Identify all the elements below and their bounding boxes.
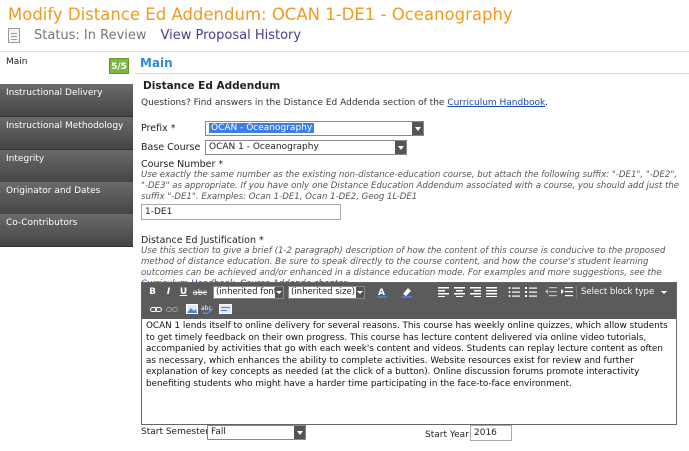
status-row: Status: In Review View Proposal History <box>8 28 301 43</box>
main-section-title: Main <box>140 56 173 70</box>
base-course-value: OCAN 1 - Oceanography <box>209 142 319 152</box>
course-number-label: Course Number * <box>141 159 224 170</box>
chevron-down-icon <box>356 287 364 298</box>
spellcheck-icon[interactable]: abc <box>201 304 215 314</box>
sidebar-item-co-contributors[interactable]: Co-Contributors <box>0 214 133 247</box>
editor-content[interactable]: OCAN 1 lends itself to online delivery f… <box>144 321 674 424</box>
prefix-value: OCAN - Oceanography <box>209 123 315 133</box>
addendum-heading: Distance Ed Addendum <box>143 80 281 92</box>
sidebar-item-label: Instructional Methodology <box>6 121 124 131</box>
sidebar-item-instructional-methodology[interactable]: Instructional Methodology <box>0 117 133 150</box>
completion-badge: 5/5 <box>109 58 129 74</box>
font-family-value: (inherited font) <box>216 287 281 297</box>
help-question: Questions? Find answers in the Distance … <box>141 98 548 108</box>
editor-toolbar: B I U abc (inherited font) (inherited si… <box>142 283 676 319</box>
strikethrough-button[interactable]: abc <box>192 287 208 298</box>
text-color-icon[interactable]: A <box>376 286 390 298</box>
bold-button[interactable]: B <box>146 287 159 298</box>
align-center-icon[interactable] <box>454 287 465 297</box>
question-text: Questions? Find answers in the Distance … <box>141 98 448 108</box>
underline-button[interactable]: U <box>177 287 190 298</box>
outdent-icon[interactable] <box>545 287 557 297</box>
divider <box>135 73 689 74</box>
justification-help-text: Use this section to give a brief (1-2 pa… <box>141 246 666 278</box>
sidebar-item-label: Instructional Delivery <box>6 88 103 98</box>
base-course-select[interactable]: OCAN 1 - Oceanography <box>205 140 407 155</box>
sidebar-item-instructional-delivery[interactable]: Instructional Delivery <box>0 84 133 117</box>
prefix-label: Prefix * <box>141 123 176 134</box>
start-semester-value: Fall <box>211 427 226 437</box>
sidebar-item-label: Co-Contributors <box>6 218 78 228</box>
font-size-select[interactable]: (inherited size) <box>288 286 365 299</box>
font-size-value: (inherited size) <box>291 287 355 297</box>
sidebar-item-label: Integrity <box>6 154 45 164</box>
justification-label: Distance Ed Justification * <box>141 235 264 246</box>
unlink-icon[interactable] <box>166 305 178 314</box>
indent-icon[interactable] <box>561 287 573 297</box>
chevron-down-icon <box>395 141 406 154</box>
sidebar-item-label: Main <box>6 57 28 67</box>
sidebar: Main Instructional Delivery Instructiona… <box>0 53 133 451</box>
curriculum-handbook-link[interactable]: Curriculum Handbook <box>447 98 545 108</box>
start-year-label: Start Year * <box>425 430 477 440</box>
sidebar-item-integrity[interactable]: Integrity <box>0 150 133 183</box>
rich-text-editor: B I U abc (inherited font) (inherited si… <box>141 282 677 425</box>
question-end: . <box>545 98 549 108</box>
ordered-list-icon[interactable] <box>525 287 537 297</box>
start-semester-label: Start Semester * <box>141 427 217 437</box>
main-panel: Main Distance Ed Addendum Questions? Fin… <box>135 53 689 451</box>
block-type-select[interactable]: Select block type <box>576 286 675 299</box>
align-justify-icon[interactable] <box>486 287 497 297</box>
font-family-select[interactable]: (inherited font) <box>213 286 284 299</box>
sidebar-item-label: Originator and Dates <box>6 186 101 196</box>
view-proposal-history-link[interactable]: View Proposal History <box>161 28 302 43</box>
chevron-down-icon <box>275 287 283 298</box>
image-icon[interactable] <box>186 304 198 314</box>
start-year-input[interactable]: 2016 <box>470 425 512 441</box>
base-course-label: Base Course <box>141 142 201 153</box>
course-number-input[interactable]: 1-DE1 <box>141 204 341 220</box>
page-title: Modify Distance Ed Addendum: OCAN 1-DE1 … <box>8 5 513 24</box>
unordered-list-icon[interactable] <box>508 287 520 297</box>
align-left-icon[interactable] <box>438 287 449 297</box>
highlight-color-icon[interactable] <box>400 286 416 298</box>
course-number-help: Use exactly the same number as the exist… <box>141 170 680 202</box>
align-right-icon[interactable] <box>470 287 481 297</box>
sidebar-item-originator-and-dates[interactable]: Originator and Dates <box>0 182 133 215</box>
start-semester-select[interactable]: Fall <box>207 425 306 440</box>
status-text: Status: In Review <box>34 28 147 43</box>
link-icon[interactable] <box>150 305 162 314</box>
prefix-select[interactable]: OCAN - Oceanography <box>205 121 424 136</box>
document-icon <box>8 28 20 43</box>
page-header: Modify Distance Ed Addendum: OCAN 1-DE1 … <box>0 0 689 52</box>
chevron-down-icon <box>412 122 423 135</box>
html-source-icon[interactable] <box>219 304 232 314</box>
italic-button[interactable]: I <box>162 287 175 298</box>
chevron-down-icon <box>294 426 305 439</box>
